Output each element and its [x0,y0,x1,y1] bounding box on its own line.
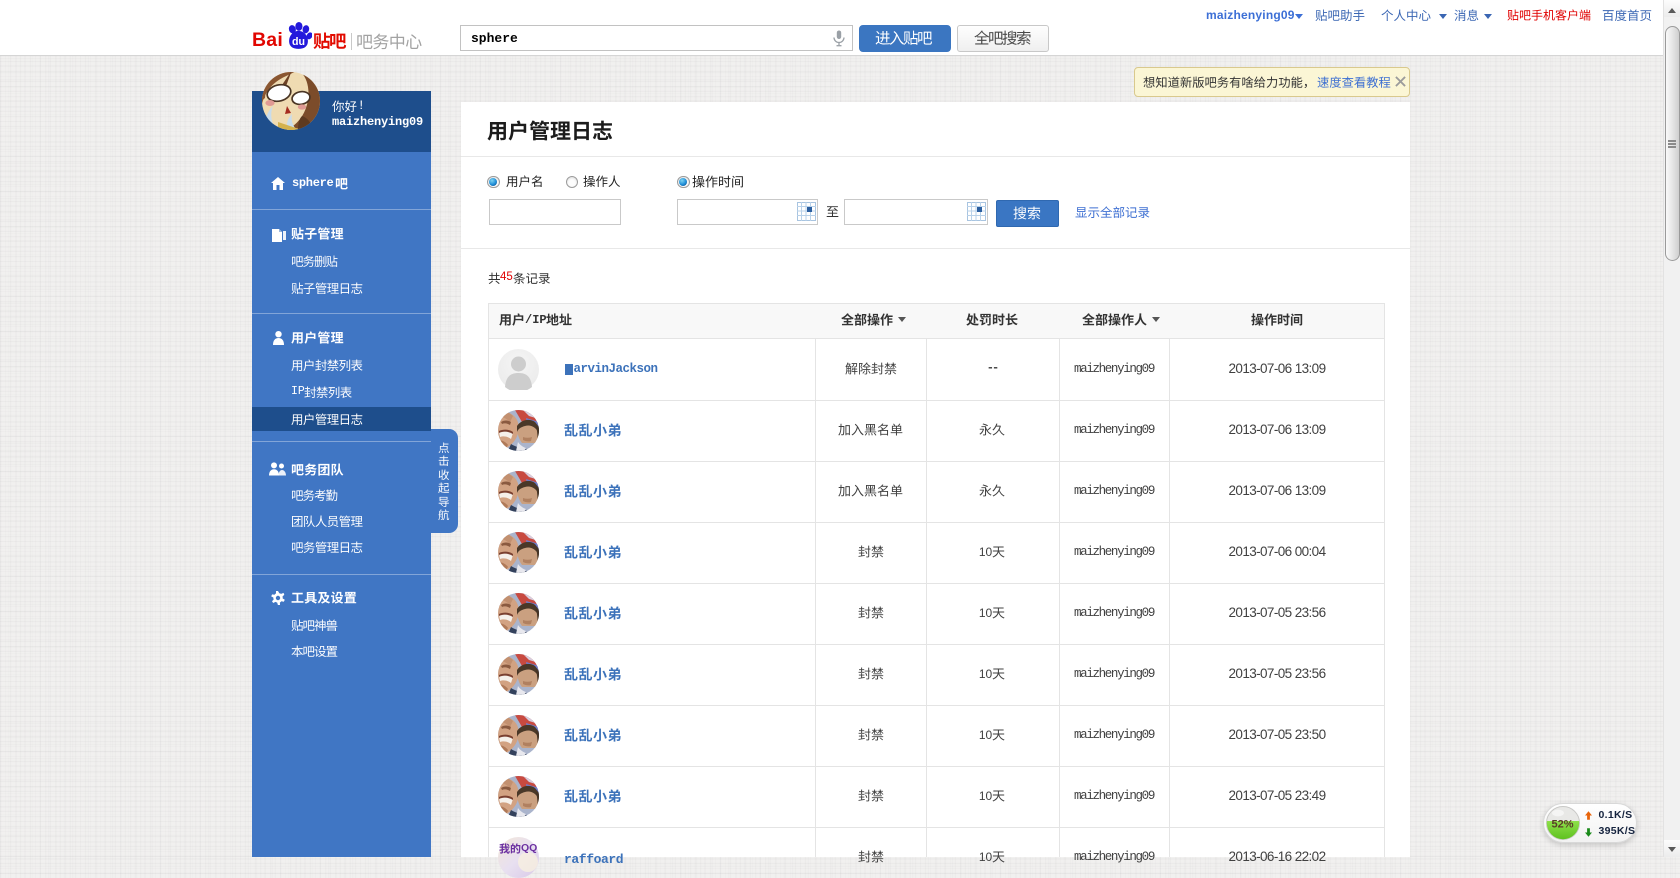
svg-text:52%: 52% [1551,819,1573,831]
svg-text:du: du [292,36,305,48]
